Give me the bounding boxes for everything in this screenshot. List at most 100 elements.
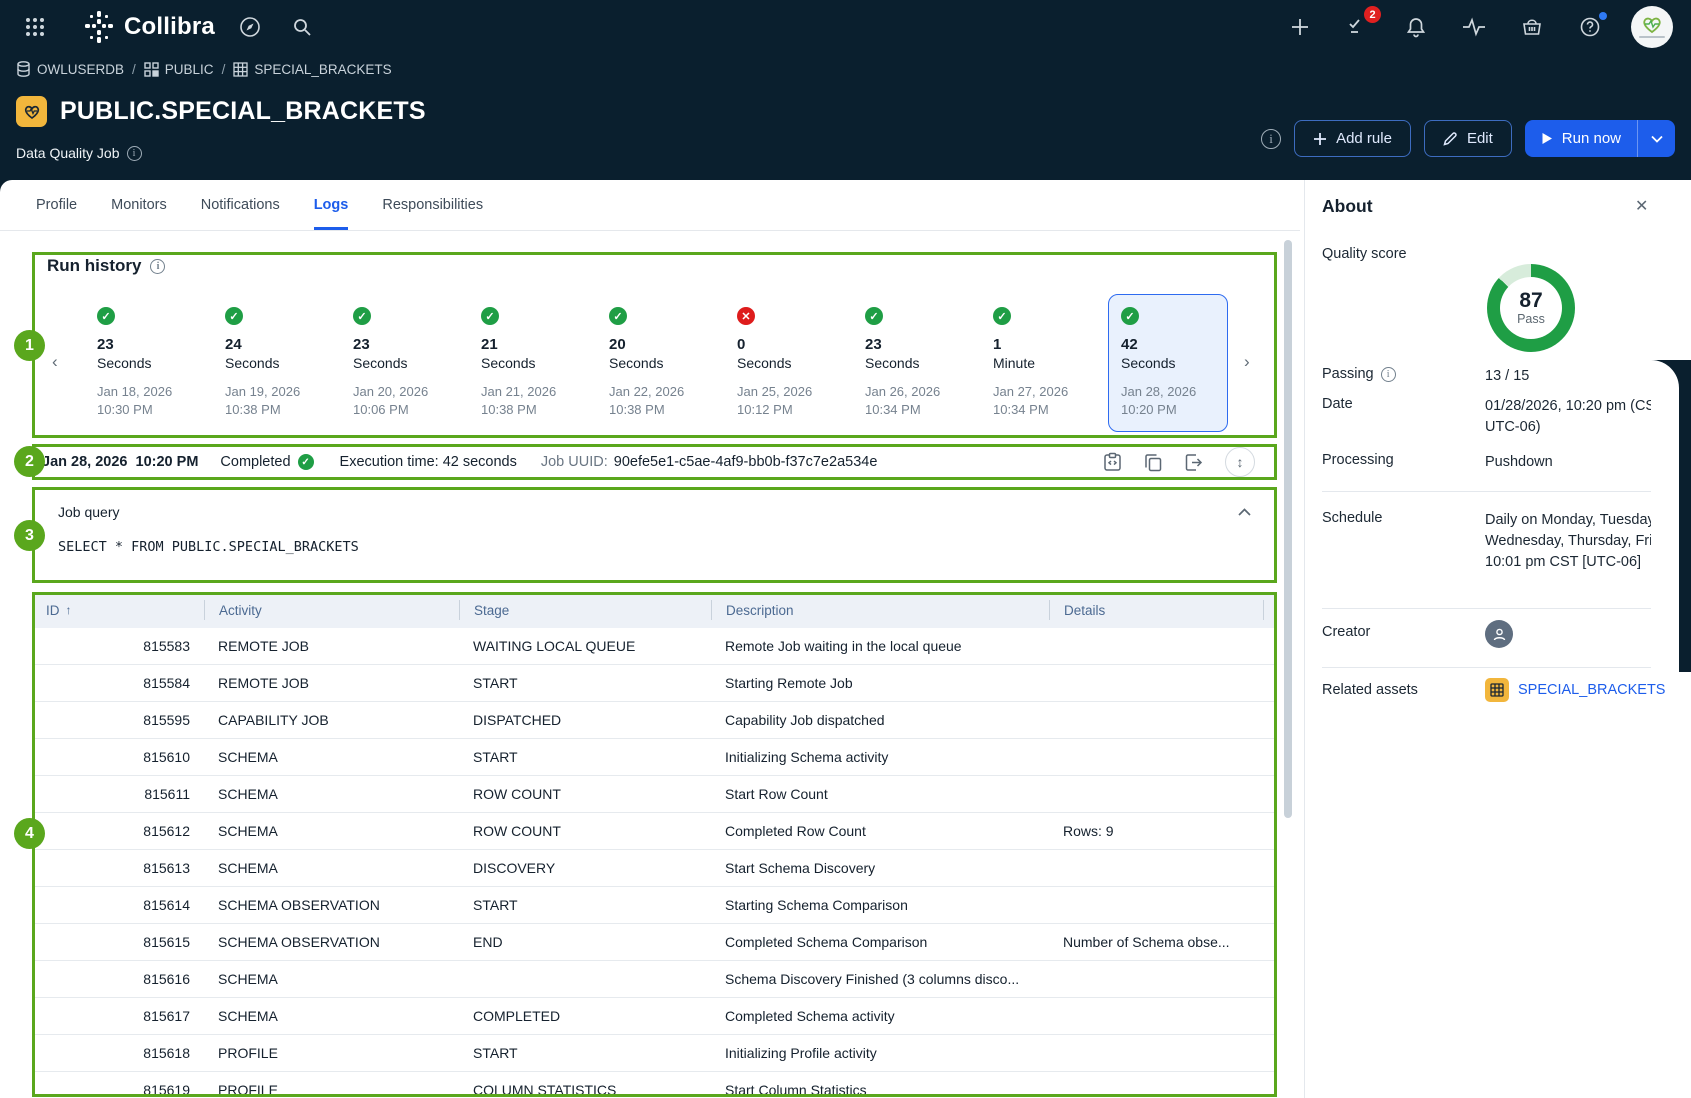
annotation-badge-3: 3 bbox=[14, 520, 45, 551]
copy-icon[interactable] bbox=[1144, 453, 1162, 472]
run-history-info-icon[interactable]: i bbox=[150, 259, 165, 274]
cell-description: Completed Row Count bbox=[711, 823, 1049, 839]
run-card-selected[interactable]: ✓ 42 Seconds Jan 28, 2026 10:20 PM bbox=[1108, 294, 1228, 432]
breadcrumb-schema[interactable]: PUBLIC bbox=[144, 62, 214, 77]
activity-pulse-icon[interactable] bbox=[1457, 10, 1491, 44]
cell-activity: SCHEMA bbox=[204, 971, 459, 987]
schema-icon bbox=[144, 62, 159, 77]
add-icon[interactable] bbox=[1283, 10, 1317, 44]
close-icon[interactable]: ✕ bbox=[1635, 196, 1648, 216]
run-card[interactable]: ✓ 23 Seconds Jan 26, 2026 10:34 PM bbox=[852, 294, 972, 432]
run-card[interactable]: ✓ 23 Seconds Jan 18, 2026 10:30 PM bbox=[84, 294, 204, 432]
cell-description: Schema Discovery Finished (3 columns dis… bbox=[711, 971, 1049, 987]
job-info-row: Jan 28, 2026 10:20 PM Completed ✓ Execut… bbox=[32, 444, 1277, 480]
run-card[interactable]: ✓ 1 Minute Jan 27, 2026 10:34 PM bbox=[980, 294, 1100, 432]
header-corner-decoration bbox=[1651, 360, 1691, 672]
tab-bar: Profile Monitors Notifications Logs Resp… bbox=[0, 180, 1300, 231]
export-log-icon[interactable] bbox=[1184, 453, 1203, 472]
related-asset-link[interactable]: SPECIAL_BRACKETS bbox=[1518, 682, 1665, 698]
run-card[interactable]: ✓ 21 Seconds Jan 21, 2026 10:38 PM bbox=[468, 294, 588, 432]
edit-button[interactable]: Edit bbox=[1424, 120, 1512, 157]
avatar-caption-line bbox=[1639, 36, 1665, 38]
run-duration-value: 20 bbox=[609, 336, 703, 353]
search-icon[interactable] bbox=[285, 10, 319, 44]
run-duration-value: 23 bbox=[353, 336, 447, 353]
tab-monitors[interactable]: Monitors bbox=[111, 180, 167, 230]
run-date: Jan 21, 2026 bbox=[481, 384, 575, 399]
tasks-icon[interactable]: 2 bbox=[1341, 10, 1375, 44]
cell-activity: SCHEMA OBSERVATION bbox=[204, 897, 459, 913]
about-title: About bbox=[1322, 196, 1373, 217]
marketplace-basket-icon[interactable] bbox=[1515, 10, 1549, 44]
table-row: 815610 SCHEMA START Initializing Schema … bbox=[32, 739, 1277, 776]
run-now-button[interactable]: Run now bbox=[1525, 120, 1637, 157]
run-card[interactable]: ✓ 23 Seconds Jan 20, 2026 10:06 PM bbox=[340, 294, 460, 432]
status-success-icon: ✓ bbox=[97, 307, 115, 325]
expand-row-button[interactable]: ↕ bbox=[1225, 447, 1255, 477]
breadcrumb-table[interactable]: SPECIAL_BRACKETS bbox=[233, 62, 391, 77]
cell-description: Initializing Schema activity bbox=[711, 749, 1049, 765]
cell-activity: SCHEMA bbox=[204, 786, 459, 802]
cell-activity: SCHEMA bbox=[204, 860, 459, 876]
vertical-scrollbar[interactable] bbox=[1284, 240, 1292, 818]
passing-label-row: Passing i bbox=[1322, 366, 1396, 382]
notifications-bell-icon[interactable] bbox=[1399, 10, 1433, 44]
execution-time: Execution time: 42 seconds bbox=[340, 454, 517, 470]
add-rule-button[interactable]: Add rule bbox=[1294, 120, 1411, 157]
edit-label: Edit bbox=[1467, 130, 1493, 147]
history-next-button[interactable]: › bbox=[1244, 352, 1250, 372]
cell-stage: DISPATCHED bbox=[459, 712, 711, 728]
info-icon[interactable]: i bbox=[127, 146, 142, 161]
run-date: Jan 22, 2026 bbox=[609, 384, 703, 399]
history-prev-button[interactable]: ‹ bbox=[52, 352, 58, 372]
header-info-icon[interactable]: i bbox=[1261, 129, 1281, 149]
user-avatar[interactable] bbox=[1631, 6, 1673, 48]
breadcrumb-label: SPECIAL_BRACKETS bbox=[254, 62, 391, 77]
tab-profile[interactable]: Profile bbox=[36, 180, 77, 230]
table-row: 815612 SCHEMA ROW COUNT Completed Row Co… bbox=[32, 813, 1277, 850]
breadcrumb-database[interactable]: OWLUSERDB bbox=[16, 61, 124, 77]
run-date: Jan 28, 2026 bbox=[1121, 384, 1215, 399]
passing-info-icon[interactable]: i bbox=[1381, 367, 1396, 382]
run-card[interactable]: ✓ 24 Seconds Jan 19, 2026 10:38 PM bbox=[212, 294, 332, 432]
help-icon[interactable] bbox=[1573, 10, 1607, 44]
tab-notifications[interactable]: Notifications bbox=[201, 180, 280, 230]
table-row: 815617 SCHEMA COMPLETED Completed Schema… bbox=[32, 998, 1277, 1035]
column-header-id[interactable]: ID↑ bbox=[32, 600, 204, 620]
dq-job-asset-icon bbox=[16, 96, 47, 127]
tab-responsibilities[interactable]: Responsibilities bbox=[382, 180, 483, 230]
cell-stage: START bbox=[459, 1045, 711, 1061]
compass-icon[interactable] bbox=[233, 10, 267, 44]
run-duration-unit: Seconds bbox=[1121, 355, 1215, 371]
annotation-badge-4: 4 bbox=[14, 818, 45, 849]
run-date: Jan 19, 2026 bbox=[225, 384, 319, 399]
table-row: 815583 REMOTE JOB WAITING LOCAL QUEUE Re… bbox=[32, 628, 1277, 665]
run-card[interactable]: ✕ 0 Seconds Jan 25, 2026 10:12 PM bbox=[724, 294, 844, 432]
status-success-icon: ✓ bbox=[353, 307, 371, 325]
collibra-logo[interactable]: Collibra bbox=[84, 10, 215, 44]
breadcrumb-separator: / bbox=[132, 62, 136, 77]
collapse-chevron-icon[interactable] bbox=[1238, 508, 1251, 516]
cell-id: 815611 bbox=[32, 786, 204, 802]
cell-id: 815616 bbox=[32, 971, 204, 987]
run-time: 10:38 PM bbox=[225, 402, 319, 417]
job-status-label: Completed bbox=[220, 454, 290, 470]
job-date: Jan 28, 2026 10:20 PM bbox=[42, 454, 198, 470]
run-card[interactable]: ✓ 20 Seconds Jan 22, 2026 10:38 PM bbox=[596, 294, 716, 432]
cell-activity: SCHEMA OBSERVATION bbox=[204, 934, 459, 950]
cell-id: 815615 bbox=[32, 934, 204, 950]
run-duration-value: 1 bbox=[993, 336, 1087, 353]
view-code-icon[interactable] bbox=[1103, 452, 1122, 472]
status-success-icon: ✓ bbox=[225, 307, 243, 325]
apps-grid-icon[interactable] bbox=[18, 10, 52, 44]
status-success-icon: ✓ bbox=[609, 307, 627, 325]
creator-avatar[interactable] bbox=[1485, 620, 1513, 648]
table-row: 815613 SCHEMA DISCOVERY Start Schema Dis… bbox=[32, 850, 1277, 887]
run-duration-unit: Seconds bbox=[225, 355, 319, 371]
status-success-icon: ✓ bbox=[481, 307, 499, 325]
run-now-dropdown-button[interactable] bbox=[1637, 120, 1675, 157]
tab-logs[interactable]: Logs bbox=[314, 180, 349, 230]
status-success-icon: ✓ bbox=[298, 454, 314, 470]
run-now-label: Run now bbox=[1562, 130, 1621, 147]
breadcrumb: OWLUSERDB / PUBLIC / SPECIAL_BRACKETS bbox=[16, 61, 392, 77]
